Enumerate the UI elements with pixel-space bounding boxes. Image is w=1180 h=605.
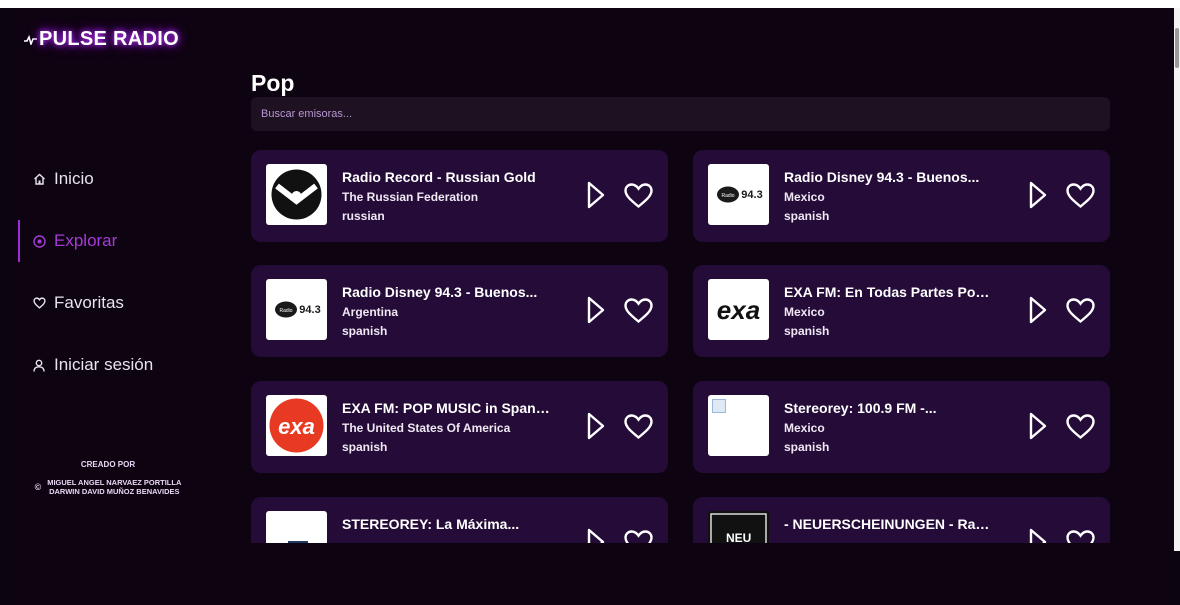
- heart-icon[interactable]: [623, 413, 654, 440]
- station-language: spanish: [784, 209, 830, 223]
- play-icon[interactable]: [586, 527, 606, 543]
- station-name: Radio Disney 94.3 - Buenos...: [784, 169, 980, 185]
- station-country: Mexico: [784, 305, 825, 319]
- sidebar-item-explorar[interactable]: Explorar: [18, 210, 228, 272]
- station-logo: exa: [266, 395, 327, 456]
- station-info: STEREOREY: La Máxima...: [342, 516, 552, 537]
- sidebar-item-label: Iniciar sesión: [54, 355, 154, 374]
- heart-icon[interactable]: [623, 182, 654, 209]
- station-card[interactable]: NEU - NEUERSCHEINUNGEN - Radi...: [693, 497, 1110, 543]
- station-name: STEREOREY: La Máxima...: [342, 516, 520, 532]
- station-grid: Radio Record - Russian Gold The Russian …: [251, 150, 1121, 543]
- station-name: Radio Disney 94.3 - Buenos...: [342, 284, 538, 300]
- play-icon[interactable]: [586, 180, 606, 210]
- svg-text:exa: exa: [717, 295, 760, 325]
- station-country: Argentina: [342, 305, 399, 319]
- station-logo: exa: [708, 279, 769, 340]
- station-card[interactable]: exa EXA FM: POP MUSIC in Spanis... The U…: [251, 381, 668, 473]
- station-name: Radio Record - Russian Gold: [342, 169, 536, 185]
- footer-area: [6, 551, 1174, 605]
- play-icon[interactable]: [1028, 295, 1048, 325]
- copyright-icon: ©: [34, 481, 42, 492]
- svg-text:Radio: Radio: [721, 193, 734, 199]
- station-language: russian: [342, 209, 385, 223]
- sidebar-item-favoritas[interactable]: Favoritas: [18, 272, 228, 334]
- station-card[interactable]: exa EXA FM: En Todas Partes Pont... Mexi…: [693, 265, 1110, 357]
- station-info: - NEUERSCHEINUNGEN - Radi...: [784, 516, 994, 537]
- station-country: Mexico: [784, 190, 825, 204]
- author-name: DARWIN DAVID MUÑOZ BENAVIDES: [49, 487, 180, 496]
- svg-text:Radio: Radio: [279, 308, 292, 314]
- play-icon[interactable]: [1028, 180, 1048, 210]
- sidebar-nav: Inicio Explorar Favoritas Iniciar sesión: [18, 148, 228, 396]
- credits-names: © MIGUEL ANGEL NARVAEZ PORTILLA DARWIN D…: [12, 478, 204, 496]
- station-info: Radio Record - Russian Gold The Russian …: [342, 169, 552, 228]
- sidebar-item-label: Inicio: [54, 169, 94, 188]
- station-logo: Radio 94.3: [266, 279, 327, 340]
- station-info: EXA FM: En Todas Partes Pont... Mexico s…: [784, 284, 994, 343]
- station-info: Radio Disney 94.3 - Buenos... Argentina …: [342, 284, 552, 343]
- search-input[interactable]: [251, 97, 1110, 131]
- station-logo: [708, 395, 769, 456]
- station-card[interactable]: Radio Record - Russian Gold The Russian …: [251, 150, 668, 242]
- sidebar-item-label: Favoritas: [54, 293, 124, 312]
- station-country: The United States Of America: [342, 421, 511, 435]
- heart-icon[interactable]: [1065, 182, 1096, 209]
- station-logo: [266, 164, 327, 225]
- sidebar-item-inicio[interactable]: Inicio: [18, 148, 228, 210]
- play-icon[interactable]: [1028, 411, 1048, 441]
- station-card[interactable]: Radio 94.3 Radio Disney 94.3 - Buenos... …: [693, 150, 1110, 242]
- station-info: Stereorey: 100.9 FM -... Mexico spanish: [784, 400, 994, 459]
- compass-icon: [32, 234, 46, 248]
- station-name: Stereorey: 100.9 FM -...: [784, 400, 937, 416]
- play-icon[interactable]: [586, 295, 606, 325]
- station-logo: NEU: [708, 511, 769, 543]
- station-info: Radio Disney 94.3 - Buenos... Mexico spa…: [784, 169, 994, 228]
- page-title: Pop: [251, 70, 295, 96]
- credits: CREADO POR © MIGUEL ANGEL NARVAEZ PORTIL…: [12, 460, 204, 496]
- svg-text:exa: exa: [278, 414, 315, 439]
- svg-text:94.3: 94.3: [299, 304, 320, 316]
- sidebar-item-iniciar-sesion[interactable]: Iniciar sesión: [18, 334, 228, 396]
- station-country: The Russian Federation: [342, 190, 479, 204]
- sidebar-item-label: Explorar: [54, 231, 118, 250]
- svg-text:94.3: 94.3: [741, 189, 762, 201]
- station-name: - NEUERSCHEINUNGEN - Radi...: [784, 516, 994, 532]
- svg-text:NEU: NEU: [726, 531, 751, 543]
- station-card[interactable]: STEREOREY: La Máxima...: [251, 497, 668, 543]
- heart-icon[interactable]: [1065, 413, 1096, 440]
- station-country: Mexico: [784, 421, 825, 435]
- heart-icon[interactable]: [623, 297, 654, 324]
- station-name: EXA FM: En Todas Partes Pont...: [784, 284, 994, 300]
- heart-icon[interactable]: [623, 529, 654, 543]
- app-logo[interactable]: PULSE RADIO: [24, 28, 179, 51]
- heart-icon: [32, 297, 46, 309]
- browser-top-edge: [0, 0, 1180, 8]
- heart-icon[interactable]: [1065, 529, 1096, 543]
- station-language: spanish: [784, 324, 830, 338]
- station-card[interactable]: Radio 94.3 Radio Disney 94.3 - Buenos... …: [251, 265, 668, 357]
- home-icon: [32, 173, 46, 185]
- play-icon[interactable]: [586, 411, 606, 441]
- author-name: MIGUEL ANGEL NARVAEZ PORTILLA: [47, 478, 182, 487]
- station-name: EXA FM: POP MUSIC in Spanis...: [342, 400, 552, 416]
- station-language: spanish: [342, 324, 388, 338]
- scrollbar[interactable]: [1174, 8, 1180, 551]
- station-logo: Radio 94.3: [708, 164, 769, 225]
- play-icon[interactable]: [1028, 527, 1048, 543]
- station-info: EXA FM: POP MUSIC in Spanis... The Unite…: [342, 400, 552, 459]
- credits-title: CREADO POR: [80, 460, 136, 469]
- logo-text: PULSE RADIO: [39, 28, 179, 50]
- scrollbar-thumb[interactable]: [1175, 28, 1179, 68]
- station-card[interactable]: Stereorey: 100.9 FM -... Mexico spanish: [693, 381, 1110, 473]
- user-icon: [32, 359, 46, 372]
- station-language: spanish: [784, 440, 830, 454]
- broken-image-icon: [712, 399, 726, 413]
- station-logo: [266, 511, 327, 543]
- station-language: spanish: [342, 440, 388, 454]
- pulse-icon: [24, 32, 37, 48]
- heart-icon[interactable]: [1065, 297, 1096, 324]
